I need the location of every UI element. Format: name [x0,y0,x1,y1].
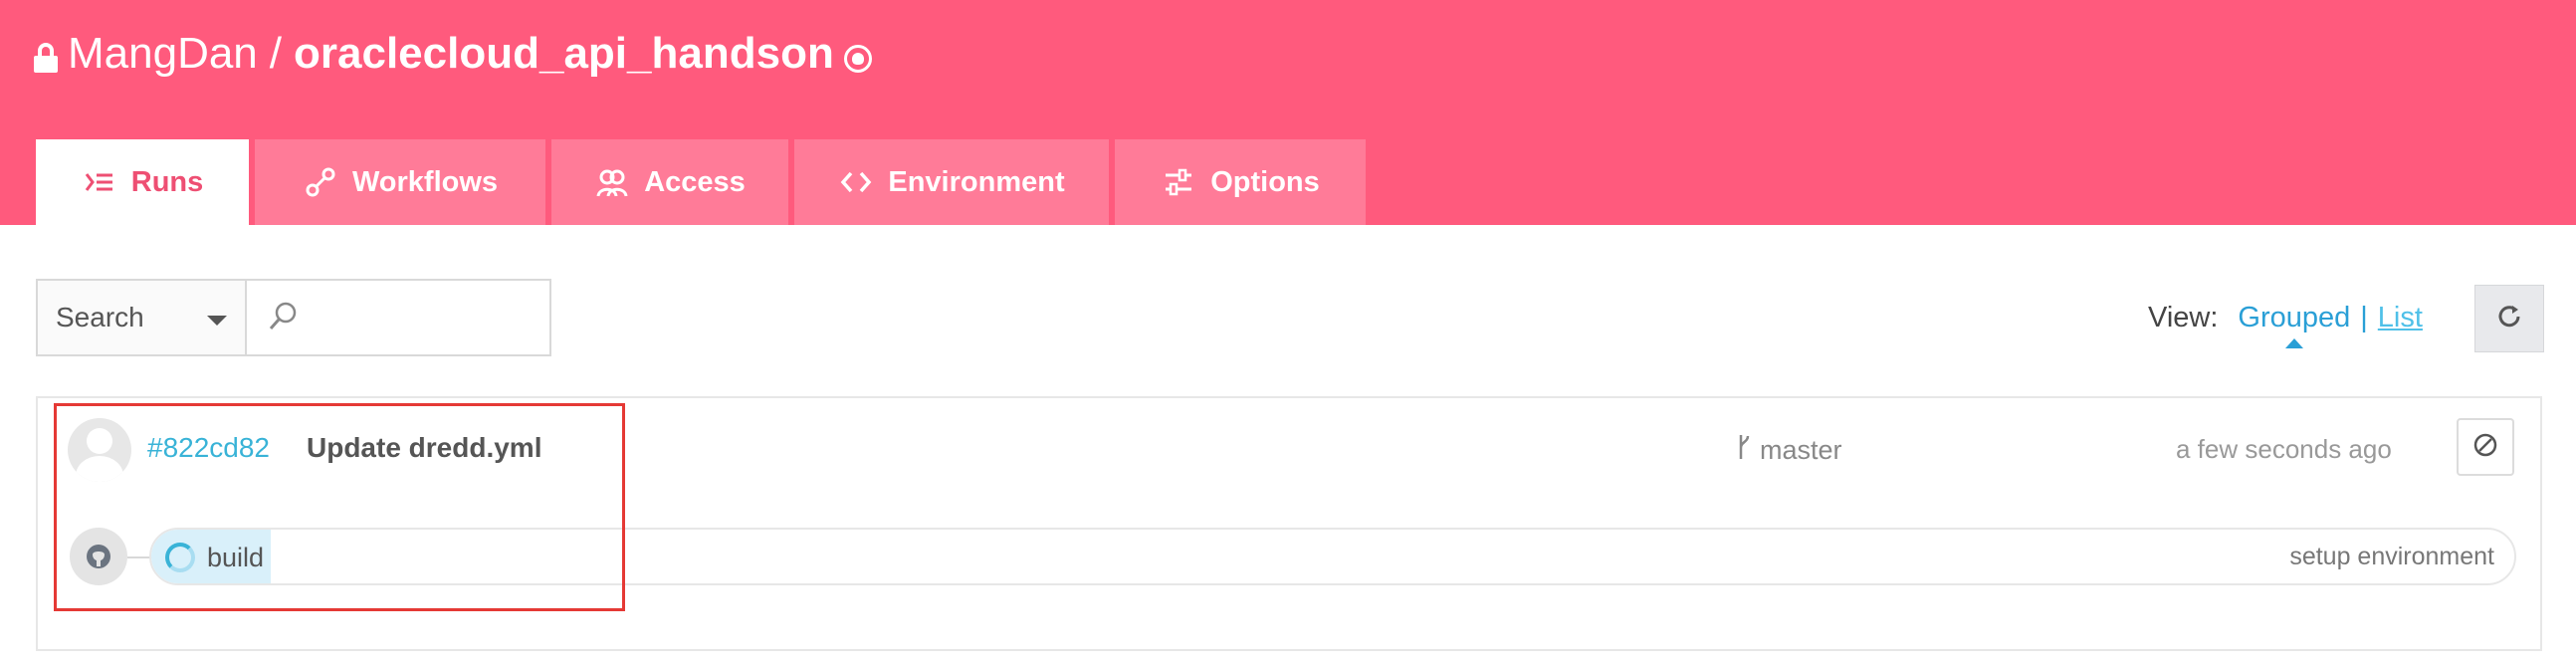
search-type-value: Search [56,302,144,332]
commit-hash-link[interactable]: #822cd82 [147,432,270,464]
view-grouped-link[interactable]: Grouped [2238,302,2350,348]
job-name: build [207,543,265,572]
search-bar: Search [36,279,551,356]
tab-environment[interactable]: Environment [794,139,1109,225]
runs-icon [82,164,117,200]
tab-bar: Runs Workflows Access Environment Option… [36,139,1366,225]
run-card[interactable]: #822cd82 Update dredd.yml master a few s… [36,396,2542,651]
view-list-link[interactable]: List [2378,302,2423,334]
search-field[interactable] [247,281,549,354]
repo-name-link[interactable]: oraclecloud_api_handson [294,29,834,79]
search-input[interactable] [311,302,549,333]
branch-name: master [1760,435,1842,465]
github-icon [70,528,127,585]
tab-label: Options [1210,165,1320,198]
lock-icon [34,43,58,73]
options-icon [1161,164,1196,200]
job-build[interactable]: build setup environment [149,528,2516,585]
github-icon[interactable] [843,45,872,73]
tab-label: Workflows [351,165,499,198]
job-step: setup environment [2289,543,2494,570]
branch-label: master [1736,432,1842,469]
search-type-select[interactable]: Search [38,281,247,354]
tab-runs[interactable]: Runs [36,139,249,225]
view-separator: | [2360,301,2368,333]
caret-down-icon [207,316,227,326]
tab-label: Runs [130,165,204,198]
spinner-icon [165,543,195,572]
tab-options[interactable]: Options [1115,139,1366,225]
view-toggle: View: Grouped | List [2148,295,2423,348]
code-icon [838,164,874,200]
branch-icon [1736,432,1760,469]
header-bar: MangDan / oraclecloud_api_handson Runs W… [0,0,2576,225]
repo-owner-link[interactable]: MangDan [68,29,258,79]
repo-title: MangDan / oraclecloud_api_handson [34,24,872,84]
tab-label: Environment [888,165,1065,198]
repo-separator: / [269,29,283,78]
cancel-run-button[interactable] [2457,418,2514,476]
tab-access[interactable]: Access [551,139,788,225]
refresh-icon [2494,302,2524,336]
workflows-icon [303,164,338,200]
avatar [68,418,131,482]
commit-message[interactable]: Update dredd.yml [307,432,541,464]
run-time: a few seconds ago [2176,434,2392,464]
tab-workflows[interactable]: Workflows [255,139,545,225]
cancel-icon [2471,431,2499,464]
tab-label: Access [644,165,746,198]
access-icon [594,164,630,200]
view-label: View: [2148,301,2219,333]
search-icon [267,299,301,337]
refresh-button[interactable] [2474,285,2544,352]
